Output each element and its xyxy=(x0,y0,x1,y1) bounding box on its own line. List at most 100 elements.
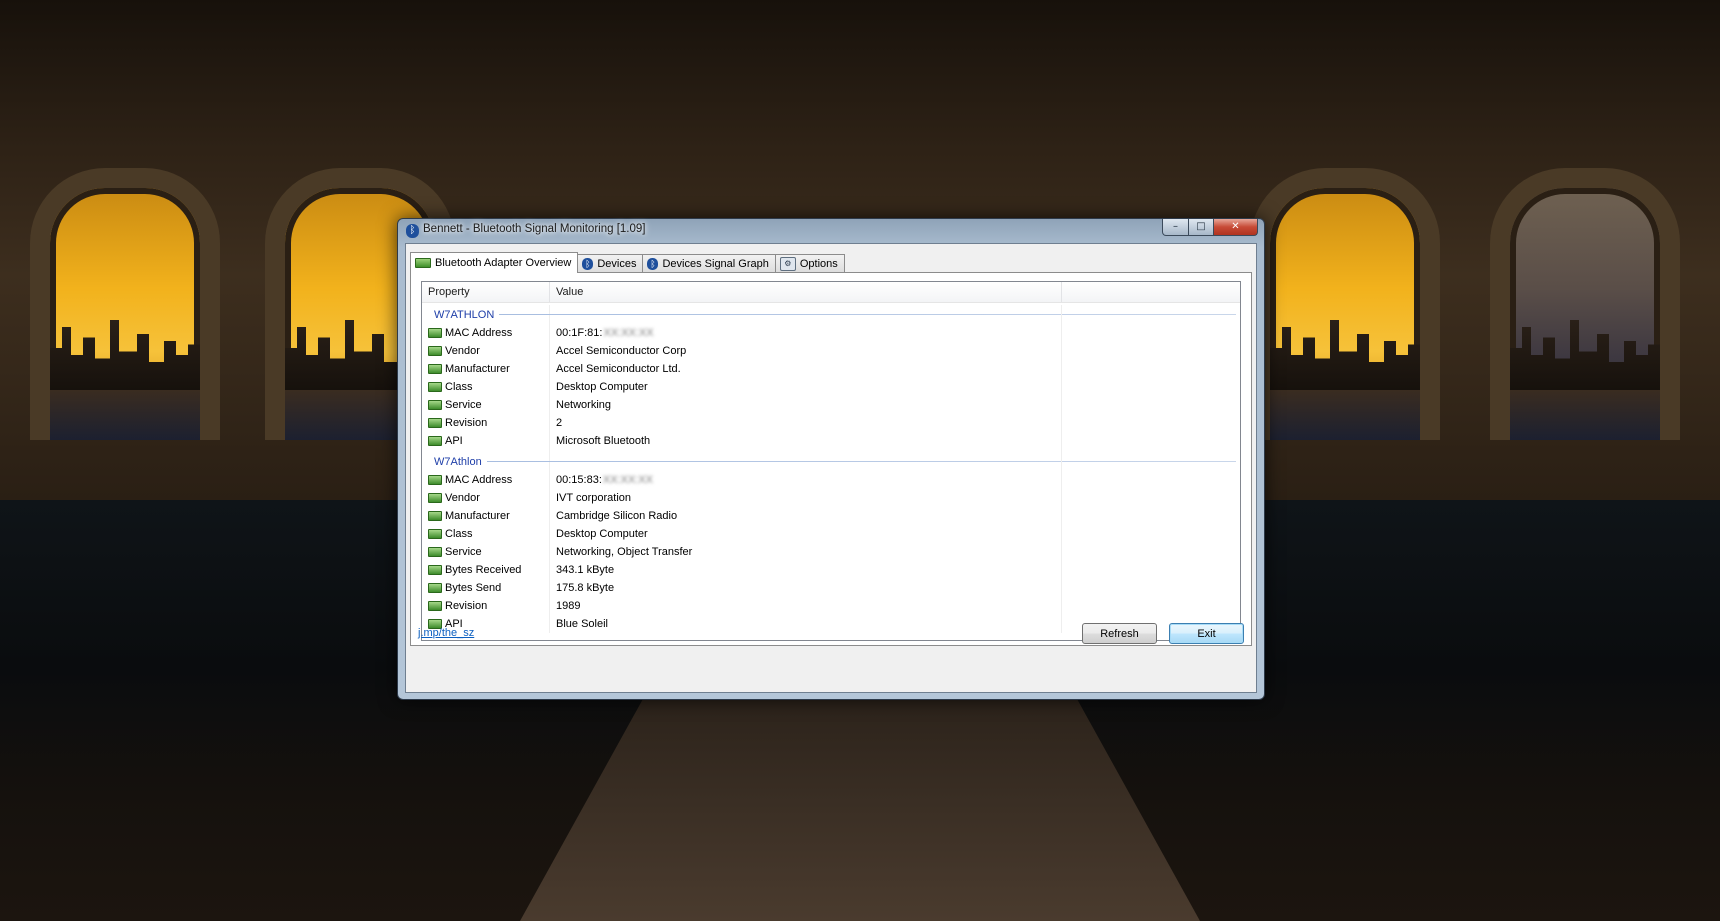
property-flag-icon xyxy=(428,547,442,557)
value-text: Networking, Object Transfer xyxy=(556,546,693,558)
value-text: Blue Soleil xyxy=(556,618,608,630)
property-flag-icon xyxy=(428,565,442,575)
property-flag-icon xyxy=(428,400,442,410)
table-row[interactable]: Bytes Send 175.8 kByte xyxy=(422,579,1240,597)
tab-label: Devices xyxy=(597,258,637,270)
properties-list[interactable]: Property Value W7ATHLON MAC Address 00:1F:… xyxy=(421,281,1241,641)
value-text: 00:15:83: xyxy=(556,474,602,486)
table-row[interactable]: Revision 1989 xyxy=(422,597,1240,615)
property-flag-icon xyxy=(428,583,442,593)
column-header-empty[interactable] xyxy=(1062,282,1238,302)
value-cell: Accel Semiconductor Corp xyxy=(550,345,1062,357)
property-cell: Class xyxy=(422,528,550,540)
group-header[interactable]: W7Athlon xyxy=(422,452,1240,471)
value-text: Desktop Computer xyxy=(556,381,648,393)
property-cell: Manufacturer xyxy=(422,510,550,522)
column-header-value[interactable]: Value xyxy=(550,282,1062,302)
client-area: Bluetooth Adapter Overview ᛒ Devices ᛒ D… xyxy=(405,243,1257,693)
refresh-button[interactable]: Refresh xyxy=(1082,623,1157,644)
adapter-overview-panel: Property Value W7ATHLON MAC Address 00:1F:… xyxy=(410,272,1252,646)
table-row[interactable]: Service Networking, Object Transfer xyxy=(422,543,1240,561)
table-row[interactable]: Service Networking xyxy=(422,396,1240,414)
website-link[interactable]: j.mp/the_sz xyxy=(418,627,474,639)
table-row[interactable]: Vendor IVT corporation xyxy=(422,489,1240,507)
tab-bluetooth-adapter-overview[interactable]: Bluetooth Adapter Overview xyxy=(410,252,579,273)
value-cell: Networking xyxy=(550,399,1062,411)
value-cell: 1989 xyxy=(550,600,1062,612)
group-header[interactable]: W7ATHLON xyxy=(422,305,1240,324)
value-cell: 2 xyxy=(550,417,1062,429)
minimize-button[interactable]: – xyxy=(1162,219,1189,236)
tab-devices[interactable]: ᛒ Devices xyxy=(577,254,644,273)
table-row[interactable]: MAC Address 00:15:83:XX:XX:XX xyxy=(422,471,1240,489)
exit-button[interactable]: Exit xyxy=(1169,623,1244,644)
table-row[interactable]: Class Desktop Computer xyxy=(422,525,1240,543)
value-cell: 00:15:83:XX:XX:XX xyxy=(550,474,1062,486)
value-cell: Accel Semiconductor Ltd. xyxy=(550,363,1062,375)
tab-options[interactable]: ⚙ Options xyxy=(774,254,845,273)
table-row[interactable]: Revision 2 xyxy=(422,414,1240,432)
column-header-property[interactable]: Property xyxy=(422,282,550,302)
property-flag-icon xyxy=(428,346,442,356)
value-text: Accel Semiconductor Ltd. xyxy=(556,363,681,375)
value-cell: IVT corporation xyxy=(550,492,1062,504)
property-label: Revision xyxy=(445,417,488,429)
value-text: 1989 xyxy=(556,600,581,612)
value-text: Networking xyxy=(556,399,612,411)
wallpaper-arch xyxy=(30,168,220,440)
bluetooth-app-icon[interactable]: ᛒ xyxy=(406,224,419,238)
property-label: Class xyxy=(445,528,473,540)
value-text: Accel Semiconductor Corp xyxy=(556,345,687,357)
property-flag-icon xyxy=(428,493,442,503)
value-cell: Desktop Computer xyxy=(550,528,1062,540)
property-label: Revision xyxy=(445,600,488,612)
bluetooth-icon: ᛒ xyxy=(647,258,659,270)
property-label: Service xyxy=(445,399,482,411)
list-header: Property Value xyxy=(422,282,1240,303)
group-header-label: W7ATHLON xyxy=(434,308,495,321)
group-divider xyxy=(499,314,1236,315)
property-label: Bytes Send xyxy=(445,582,502,594)
tab-devices-signal-graph[interactable]: ᛒ Devices Signal Graph xyxy=(642,254,776,273)
list-body: W7ATHLON MAC Address 00:1F:81:XX:XX:XX Vend… xyxy=(422,305,1240,633)
property-flag-icon xyxy=(428,418,442,428)
table-row[interactable]: Vendor Accel Semiconductor Corp xyxy=(422,342,1240,360)
value-cell: 00:1F:81:XX:XX:XX xyxy=(550,327,1062,339)
value-text: 175.8 kByte xyxy=(556,582,615,594)
value-text: 2 xyxy=(556,417,563,429)
property-cell: Vendor xyxy=(422,345,550,357)
value-text: IVT corporation xyxy=(556,492,632,504)
property-cell: Bytes Send xyxy=(422,582,550,594)
tab-label: Bluetooth Adapter Overview xyxy=(435,257,572,269)
value-cell: 343.1 kByte xyxy=(550,564,1062,576)
value-text: 343.1 kByte xyxy=(556,564,615,576)
property-cell: Class xyxy=(422,381,550,393)
table-row[interactable]: Manufacturer Accel Semiconductor Ltd. xyxy=(422,360,1240,378)
value-text: Microsoft Bluetooth xyxy=(556,435,651,447)
table-row[interactable]: MAC Address 00:1F:81:XX:XX:XX xyxy=(422,324,1240,342)
property-cell: Service xyxy=(422,399,550,411)
table-row[interactable]: API Microsoft Bluetooth xyxy=(422,432,1240,450)
property-cell: Revision xyxy=(422,417,550,429)
close-button[interactable]: ✕ xyxy=(1214,219,1258,236)
title-bar[interactable]: ᛒ Bennett - Bluetooth Signal Monitoring … xyxy=(398,219,1264,243)
value-cell: Blue Soleil xyxy=(550,618,1062,630)
window-title: Bennett - Bluetooth Signal Monitoring [1… xyxy=(423,223,646,235)
property-flag-icon xyxy=(428,328,442,338)
table-row[interactable]: Bytes Received 343.1 kByte xyxy=(422,561,1240,579)
property-cell: Vendor xyxy=(422,492,550,504)
table-row[interactable]: Manufacturer Cambridge Silicon Radio xyxy=(422,507,1240,525)
property-label: API xyxy=(445,435,463,447)
property-flag-icon xyxy=(428,475,442,485)
value-cell: Cambridge Silicon Radio xyxy=(550,510,1062,522)
maximize-button[interactable]: □ xyxy=(1189,219,1214,236)
property-flag-icon xyxy=(428,529,442,539)
table-row[interactable]: Class Desktop Computer xyxy=(422,378,1240,396)
property-label: Bytes Received xyxy=(445,564,522,576)
property-flag-icon xyxy=(428,601,442,611)
value-text: Desktop Computer xyxy=(556,528,648,540)
property-cell: API xyxy=(422,435,550,447)
property-label: Service xyxy=(445,546,482,558)
obscured-mac-suffix: XX:XX:XX xyxy=(603,327,654,339)
property-cell: Bytes Received xyxy=(422,564,550,576)
